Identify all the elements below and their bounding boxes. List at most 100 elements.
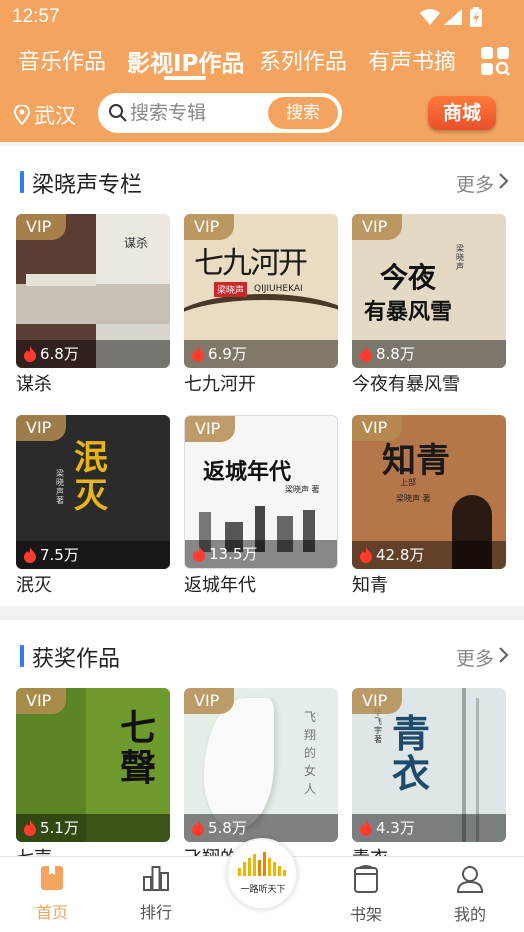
home-bookmark-icon: [41, 866, 63, 890]
cover-title: 七聲: [120, 707, 157, 789]
section-accent-bar: [20, 171, 24, 193]
cover-subtitle: 上部: [400, 478, 416, 487]
nav-label: 书架: [349, 905, 382, 924]
album-title[interactable]: 七声: [16, 844, 52, 856]
nav-ranking[interactable]: 排行: [116, 865, 196, 923]
fire-icon: [193, 546, 205, 562]
cover-title: 飞翔的女人: [304, 710, 317, 796]
more-link[interactable]: 更多: [456, 644, 494, 671]
vip-badge: VIP: [16, 688, 66, 714]
chevron-right-icon[interactable]: [498, 172, 510, 190]
fire-icon: [192, 820, 204, 836]
search-button[interactable]: 搜索: [268, 97, 338, 129]
album-title[interactable]: 泯灭: [16, 571, 52, 597]
section-title: 梁晓声专栏: [32, 173, 143, 198]
vip-badge: VIP: [184, 214, 234, 240]
cover-subtitle: 有暴风雪: [364, 300, 453, 325]
album-cover[interactable]: 返城年代 梁晓声 著 VIP 13.5万: [184, 415, 338, 569]
fire-icon: [24, 820, 36, 836]
equalizer-logo-icon: [238, 852, 286, 876]
search-bar: 搜索: [98, 93, 342, 133]
album-title[interactable]: 今夜有暴风雪: [352, 370, 460, 396]
album-title[interactable]: 青衣: [352, 844, 388, 856]
album-cover[interactable]: 知青 上部 梁晓声 著 VIP 42.8万: [352, 415, 506, 569]
battery-charging-icon: [470, 7, 482, 27]
nav-label: 排行: [139, 903, 172, 922]
play-count: 7.5万: [16, 541, 170, 569]
vip-badge: VIP: [16, 415, 66, 441]
cover-author-tag: 梁晓声: [456, 244, 464, 271]
ranking-chart-icon: [143, 866, 169, 891]
section-accent-bar: [20, 645, 24, 667]
category-grid-icon[interactable]: [480, 46, 510, 76]
album-title[interactable]: 知青: [352, 571, 388, 597]
cover-author-tag: 梁晓声: [214, 282, 248, 297]
album-cover[interactable]: 谋杀 VIP 6.8万: [16, 214, 170, 368]
cover-title: 谋杀: [124, 236, 149, 250]
vip-badge: VIP: [16, 214, 66, 240]
more-link[interactable]: 更多: [456, 170, 494, 197]
tab-audio-excerpts[interactable]: 有声书摘: [368, 44, 456, 76]
album-title[interactable]: 谋杀: [16, 370, 52, 396]
play-count: 5.1万: [16, 814, 170, 842]
fire-icon: [192, 346, 204, 362]
section-header: 获奖作品 更多: [0, 620, 524, 690]
fire-icon: [360, 346, 372, 362]
play-count: 6.9万: [184, 340, 338, 368]
cover-title: 今夜: [380, 261, 437, 294]
nav-home[interactable]: 首页: [12, 865, 92, 923]
album-cover[interactable]: 今夜 有暴风雪 梁晓声 VIP 8.8万: [352, 214, 506, 368]
cover-author-tag: 梁晓声 著: [285, 485, 320, 494]
vip-badge: VIP: [352, 214, 402, 240]
album-title[interactable]: 七九河开: [184, 370, 256, 396]
nav-bookshelf[interactable]: 书架: [326, 865, 406, 925]
section-header: 梁晓声专栏 更多: [0, 146, 524, 216]
fire-icon: [24, 346, 36, 362]
album-title[interactable]: 返城年代: [184, 571, 256, 597]
nav-label: 首页: [35, 903, 68, 922]
cover-title: 青衣: [392, 711, 431, 796]
search-icon: [109, 104, 127, 122]
search-input[interactable]: [130, 98, 260, 128]
center-logo-button[interactable]: 一路听天下: [226, 838, 298, 910]
tab-series[interactable]: 系列作品: [259, 44, 347, 76]
mall-button[interactable]: 商城: [428, 96, 496, 130]
album-cover[interactable]: 泯灭 梁晓声 著 VIP 7.5万: [16, 415, 170, 569]
play-count: 42.8万: [352, 541, 506, 569]
status-bar: 12:57: [0, 0, 524, 36]
cover-title: 七九河开: [194, 246, 308, 281]
logo-text: 一路听天下: [240, 885, 286, 895]
play-count: 4.3万: [352, 814, 506, 842]
fire-icon: [24, 547, 36, 563]
bookshelf-icon: [354, 865, 378, 893]
album-cover[interactable]: 飞翔的女人 VIP 5.8万: [184, 688, 338, 842]
cover-author-tag: 梁晓声 著: [396, 494, 431, 503]
chevron-right-icon[interactable]: [498, 646, 510, 664]
section-title: 获奖作品: [32, 647, 121, 672]
signal-icon: [444, 9, 462, 25]
album-cover[interactable]: 七聲 VIP 5.1万: [16, 688, 170, 842]
nav-label: 我的: [453, 905, 486, 924]
vip-badge: VIP: [352, 688, 402, 714]
wifi-icon: [420, 9, 440, 25]
fire-icon: [360, 547, 372, 563]
cover-subtitle: QIJIUHEKAI: [254, 284, 303, 294]
vip-badge: VIP: [184, 688, 234, 714]
cover-title: 返城年代: [203, 460, 292, 485]
play-count: 8.8万: [352, 340, 506, 368]
section-award-works: 获奖作品 更多 七聲 VIP 5.1万 七声 飞翔的女人 VIP 5.8万 飞翔…: [0, 620, 524, 856]
location-selector[interactable]: 武汉: [14, 100, 76, 130]
category-tabs: 音乐作品 影视IP作品 系列作品 有声书摘: [0, 42, 524, 82]
play-count: 6.8万: [16, 340, 170, 368]
tab-film-ip[interactable]: 影视IP作品: [127, 44, 244, 78]
album-cover[interactable]: 七九河开 梁晓声 QIJIUHEKAI VIP 6.9万: [184, 214, 338, 368]
location-city: 武汉: [34, 104, 76, 128]
play-count: 13.5万: [185, 540, 337, 568]
vip-badge: VIP: [185, 416, 235, 442]
app-header: 12:57 音乐作品 影视IP作品 系列作品 有声书摘 武汉 搜索 商城: [0, 0, 524, 142]
album-cover[interactable]: 青衣 毕飞宇 著 VIP 4.3万: [352, 688, 506, 842]
fire-icon: [360, 820, 372, 836]
location-pin-icon: [14, 105, 30, 125]
nav-profile[interactable]: 我的: [430, 865, 510, 925]
tab-music[interactable]: 音乐作品: [18, 44, 106, 76]
